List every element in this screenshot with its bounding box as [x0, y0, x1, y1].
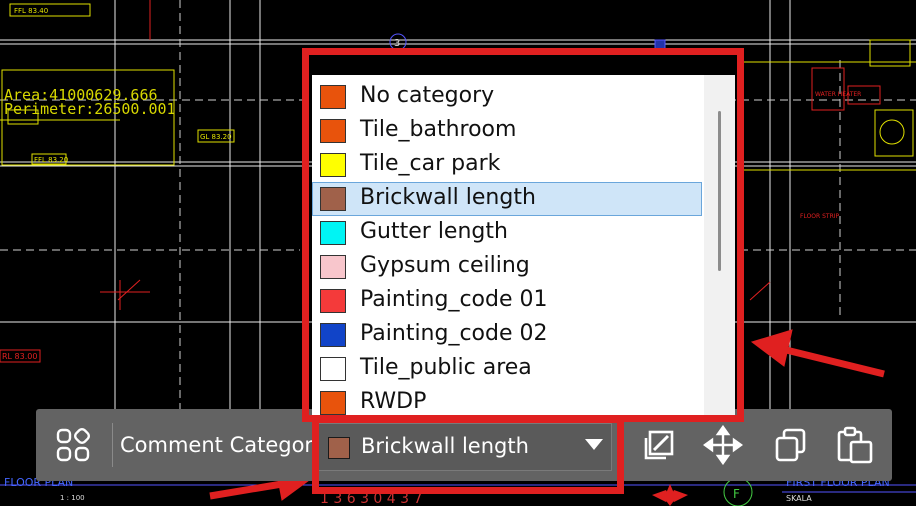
comment-category-label: Comment Category [120, 433, 326, 457]
grid-icon[interactable] [52, 424, 94, 466]
annotation-box-select [312, 416, 624, 494]
toolbar-divider [112, 423, 113, 467]
arrow-head-right [750, 329, 793, 367]
paste-icon[interactable] [834, 424, 876, 466]
edit-icon[interactable] [638, 424, 680, 466]
move-icon[interactable] [702, 424, 744, 466]
annotation-box-dropdown [302, 48, 744, 422]
copy-icon[interactable] [770, 424, 812, 466]
